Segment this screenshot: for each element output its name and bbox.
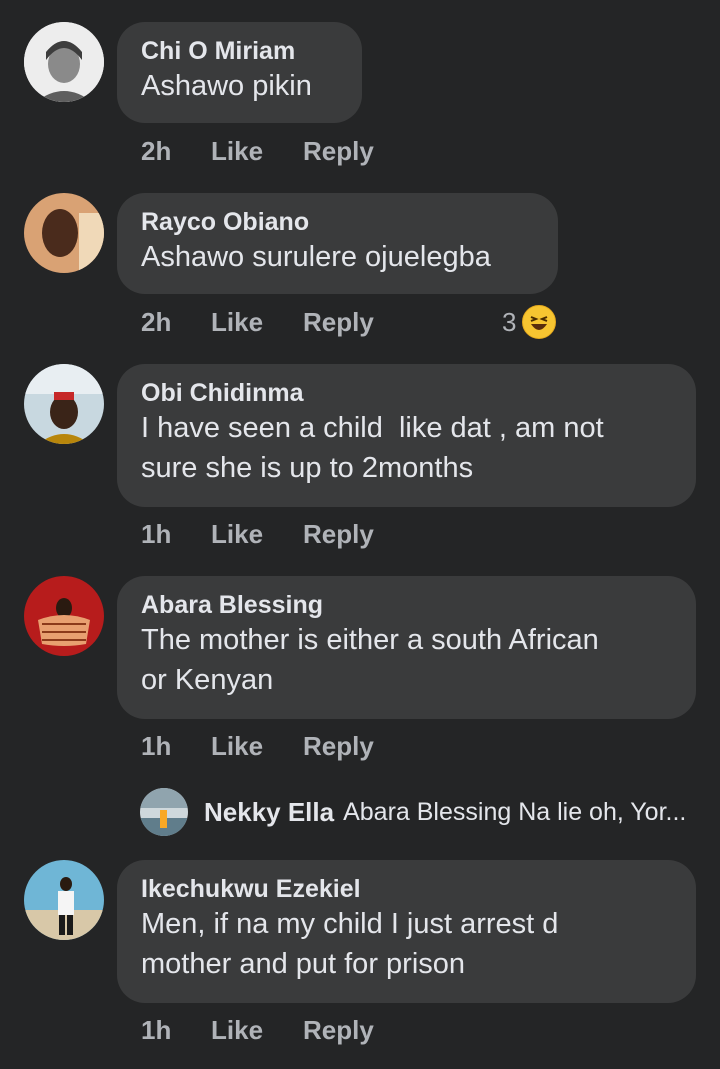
comment-bubble: Abara Blessing The mother is either a so… <box>117 576 696 719</box>
like-button[interactable]: Like <box>211 519 303 550</box>
like-button[interactable]: Like <box>211 1015 303 1046</box>
comment-text: I have seen a child like dat , am not su… <box>141 412 604 484</box>
avatar-photo <box>24 860 104 940</box>
comment-text: The mother is either a south African or … <box>141 624 599 696</box>
reply-button[interactable]: Reply <box>303 519 374 550</box>
comment-text: Men, if na my child I just arrest d moth… <box>141 908 559 980</box>
reply-button[interactable]: Reply <box>303 1015 374 1046</box>
like-button[interactable]: Like <box>211 731 303 762</box>
avatar[interactable] <box>24 22 104 102</box>
comment-time[interactable]: 2h <box>141 136 211 167</box>
reaction-count: 3 <box>502 306 517 337</box>
avatar[interactable] <box>140 788 188 836</box>
comment-author[interactable]: Chi O Miriam <box>141 36 338 66</box>
reaction-summary[interactable]: 3 <box>502 305 557 339</box>
avatar[interactable] <box>24 193 104 273</box>
haha-emoji-icon <box>522 305 557 339</box>
reply-button[interactable]: Reply <box>303 307 374 338</box>
comment-actions: 1h Like Reply <box>141 731 374 762</box>
comment-author[interactable]: Obi Chidinma <box>141 378 672 408</box>
comment-actions: 1h Like Reply <box>141 1015 374 1046</box>
comment-text: Ashawo pikin <box>141 70 312 102</box>
comment-bubble: Ikechukwu Ezekiel Men, if na my child I … <box>117 860 696 1003</box>
comment-time[interactable]: 1h <box>141 519 211 550</box>
comment-bubble: Chi O Miriam Ashawo pikin <box>117 22 362 123</box>
comment-author[interactable]: Abara Blessing <box>141 590 672 620</box>
like-button[interactable]: Like <box>211 136 303 167</box>
like-button[interactable]: Like <box>211 307 303 338</box>
reply-text: Abara Blessing Na lie oh, Yor... <box>343 797 687 826</box>
avatar[interactable] <box>24 576 104 656</box>
comment-text: Ashawo surulere ojuelegba <box>141 241 491 273</box>
avatar-photo <box>140 788 188 836</box>
comment-time[interactable]: 2h <box>141 307 211 338</box>
avatar[interactable] <box>24 364 104 444</box>
comment-actions: 2h Like Reply <box>141 136 374 167</box>
avatar-photo <box>24 22 104 102</box>
comment-author[interactable]: Ikechukwu Ezekiel <box>141 874 672 904</box>
avatar-photo <box>24 576 104 656</box>
comment-time[interactable]: 1h <box>141 731 211 762</box>
reply-button[interactable]: Reply <box>303 136 374 167</box>
comment-bubble: Obi Chidinma I have seen a child like da… <box>117 364 696 507</box>
comment-author[interactable]: Rayco Obiano <box>141 207 534 237</box>
comment-time[interactable]: 1h <box>141 1015 211 1046</box>
reply-author[interactable]: Nekky Ella <box>204 797 334 828</box>
avatar-photo <box>24 364 104 444</box>
avatar-photo <box>24 193 104 273</box>
reply-button[interactable]: Reply <box>303 731 374 762</box>
avatar[interactable] <box>24 860 104 940</box>
comment-bubble: Rayco Obiano Ashawo surulere ojuelegba <box>117 193 558 294</box>
comment-actions: 2h Like Reply <box>141 307 374 338</box>
comment-actions: 1h Like Reply <box>141 519 374 550</box>
reply-preview[interactable]: Nekky Ella Abara Blessing Na lie oh, Yor… <box>140 788 686 836</box>
